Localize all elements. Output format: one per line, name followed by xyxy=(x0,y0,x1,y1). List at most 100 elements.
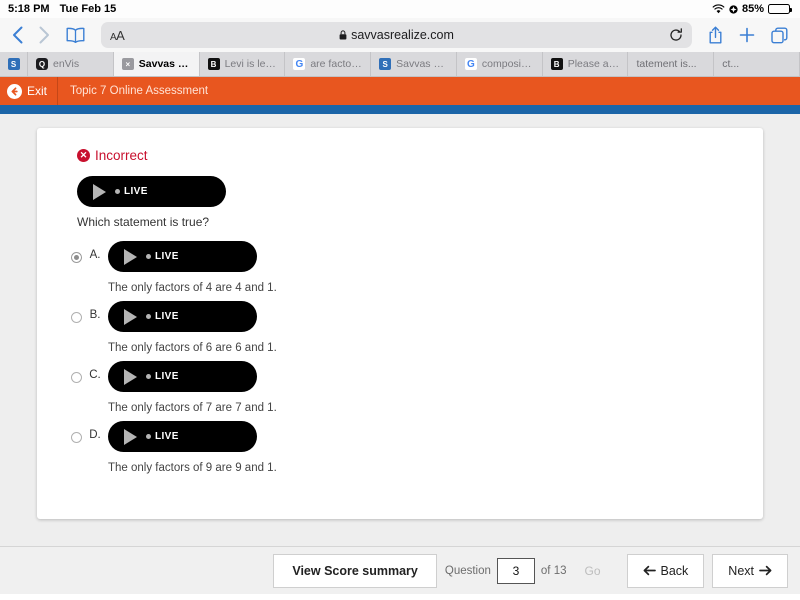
browser-tab[interactable]: S xyxy=(0,52,28,76)
back-button[interactable] xyxy=(12,26,23,44)
answer-option-body: LIVE The only factors of 9 are 9 and 1. xyxy=(108,421,277,474)
answer-option[interactable]: C. LIVE The only factors of 7 are 7 and 1. xyxy=(61,361,739,421)
back-question-button[interactable]: Back xyxy=(626,553,705,588)
browser-tab-label: ct... xyxy=(722,58,740,70)
live-dot-icon xyxy=(146,374,151,379)
next-question-button[interactable]: Next xyxy=(712,553,788,588)
book-icon xyxy=(66,27,85,43)
exit-button[interactable]: Exit xyxy=(0,77,59,105)
browser-tab-label: Savvas Realize xyxy=(138,58,191,70)
browser-tab[interactable]: B Levi is learni... xyxy=(199,52,286,76)
browser-tab-label: Levi is learni... xyxy=(224,58,277,70)
bookmarks-button[interactable] xyxy=(66,27,85,43)
go-button[interactable]: Go xyxy=(572,564,612,578)
question-label: Question xyxy=(444,564,491,577)
savvas-icon: S xyxy=(379,58,392,70)
tab-overview-button[interactable] xyxy=(771,27,788,44)
answer-option[interactable]: B. LIVE The only factors of 6 are 6 and 1. xyxy=(61,301,739,361)
tabs-icon xyxy=(771,27,788,43)
answer-radio-c[interactable] xyxy=(71,372,82,383)
answer-option-letter: C. xyxy=(89,369,101,381)
header-accent-bar xyxy=(0,105,800,114)
arrow-left-icon xyxy=(643,565,656,576)
answer-option-letter: D. xyxy=(89,429,101,441)
live-dot-icon xyxy=(115,189,120,194)
url-text: savvasrealize.com xyxy=(351,28,454,42)
browser-tab-label: Please answ... xyxy=(567,58,620,70)
status-bar-right: 85% xyxy=(712,3,792,15)
browser-tab[interactable]: Gare factor pa... xyxy=(285,52,372,76)
chevron-right-icon xyxy=(39,26,49,44)
answer-radio-d[interactable] xyxy=(71,432,82,443)
browser-tab[interactable]: S Savvas Realize xyxy=(371,52,457,76)
google-icon: G xyxy=(293,58,306,70)
browser-tab-label: enVis xyxy=(53,58,80,70)
browser-tab-label: composite n... xyxy=(481,58,534,70)
new-tab-button[interactable] xyxy=(739,27,755,43)
question-number-input[interactable] xyxy=(496,557,535,584)
answer-option-text: The only factors of 6 are 6 and 1. xyxy=(108,342,277,354)
browser-tab[interactable]: tatement is... xyxy=(628,52,715,76)
browser-tab[interactable]: × Savvas Realize xyxy=(113,52,200,76)
arrow-right-icon xyxy=(759,565,772,576)
answer-radio-a[interactable] xyxy=(71,252,82,263)
answer-option[interactable]: D. LIVE The only factors of 9 are 9 and 1. xyxy=(61,421,739,481)
audio-live-label: LIVE xyxy=(155,371,179,382)
status-bar-time: 5:18 PM xyxy=(8,3,50,15)
answer-option-text: The only factors of 9 are 9 and 1. xyxy=(108,462,277,474)
live-dot-icon xyxy=(146,434,151,439)
audio-live-label: LIVE xyxy=(155,431,179,442)
answer-option[interactable]: A. LIVE The only factors of 4 are 4 and 1. xyxy=(61,241,739,301)
reload-button[interactable] xyxy=(669,28,683,42)
browser-tab[interactable]: Gcomposite n... xyxy=(456,52,543,76)
play-icon xyxy=(124,308,137,325)
answer-audio-player[interactable]: LIVE xyxy=(108,361,257,392)
answer-option-body: LIVE The only factors of 4 are 4 and 1. xyxy=(108,241,277,294)
share-button[interactable] xyxy=(708,26,723,45)
next-label: Next xyxy=(728,563,754,578)
status-badge: ✕ Incorrect xyxy=(77,148,739,163)
share-icon xyxy=(709,26,722,43)
ipad-status-bar: 5:18 PM Tue Feb 15 85% xyxy=(0,0,800,18)
answer-option-body: LIVE The only factors of 6 are 6 and 1. xyxy=(108,301,277,354)
brainly-icon: B xyxy=(207,58,220,70)
audio-live-label: LIVE xyxy=(155,311,179,322)
wifi-icon xyxy=(712,4,725,14)
chevron-left-icon xyxy=(13,26,23,44)
view-score-summary-button[interactable]: View Score summary xyxy=(273,553,437,588)
answer-audio-player[interactable]: LIVE xyxy=(108,301,257,332)
back-arrow-circle-icon xyxy=(7,83,22,99)
browser-tab[interactable]: QenVis xyxy=(28,52,114,76)
browser-tab-label: tatement is... xyxy=(636,58,697,70)
answer-option-body: LIVE The only factors of 7 are 7 and 1. xyxy=(108,361,277,414)
browser-tab[interactable]: B Please answ... xyxy=(542,52,629,76)
question-audio-player[interactable]: LIVE xyxy=(77,176,226,207)
google-icon: G xyxy=(464,58,477,70)
answer-option-text: The only factors of 4 are 4 and 1. xyxy=(108,282,277,294)
answer-options-list: A. LIVE The only factors of 4 are 4 and 1.… xyxy=(61,241,739,481)
exit-label: Exit xyxy=(27,84,48,98)
error-x-circle-icon: ✕ xyxy=(77,149,90,162)
browser-tab[interactable]: ct... xyxy=(714,52,800,76)
status-bar-left: 5:18 PM Tue Feb 15 xyxy=(8,3,116,15)
forward-button[interactable] xyxy=(39,26,50,44)
answer-option-text: The only factors of 7 are 7 and 1. xyxy=(108,402,277,414)
answer-radio-b[interactable] xyxy=(71,312,82,323)
url-display: savvasrealize.com xyxy=(101,28,692,42)
address-bar[interactable]: AA savvasrealize.com xyxy=(101,22,692,48)
play-icon xyxy=(93,183,106,200)
plus-icon xyxy=(739,27,755,43)
live-dot-icon xyxy=(146,314,151,319)
browser-tab-strip: S QenVis × Savvas Realize B Levi is learni...… xyxy=(0,52,800,77)
question-card: ✕ Incorrect LIVE Which statement is true… xyxy=(37,128,763,519)
envision-icon: Q xyxy=(36,58,48,70)
reload-icon xyxy=(670,28,682,41)
answer-audio-player[interactable]: LIVE xyxy=(108,421,257,452)
brainly-icon: B xyxy=(550,58,563,70)
text-size-button[interactable]: AA xyxy=(110,28,125,43)
question-prompt: Which statement is true? xyxy=(77,215,210,229)
assessment-bottom-nav: View Score summary Question of 13 Go Bac… xyxy=(0,546,800,594)
battery-percent-label: 85% xyxy=(741,3,764,15)
question-total-label: of 13 xyxy=(540,564,567,577)
answer-audio-player[interactable]: LIVE xyxy=(108,241,257,272)
